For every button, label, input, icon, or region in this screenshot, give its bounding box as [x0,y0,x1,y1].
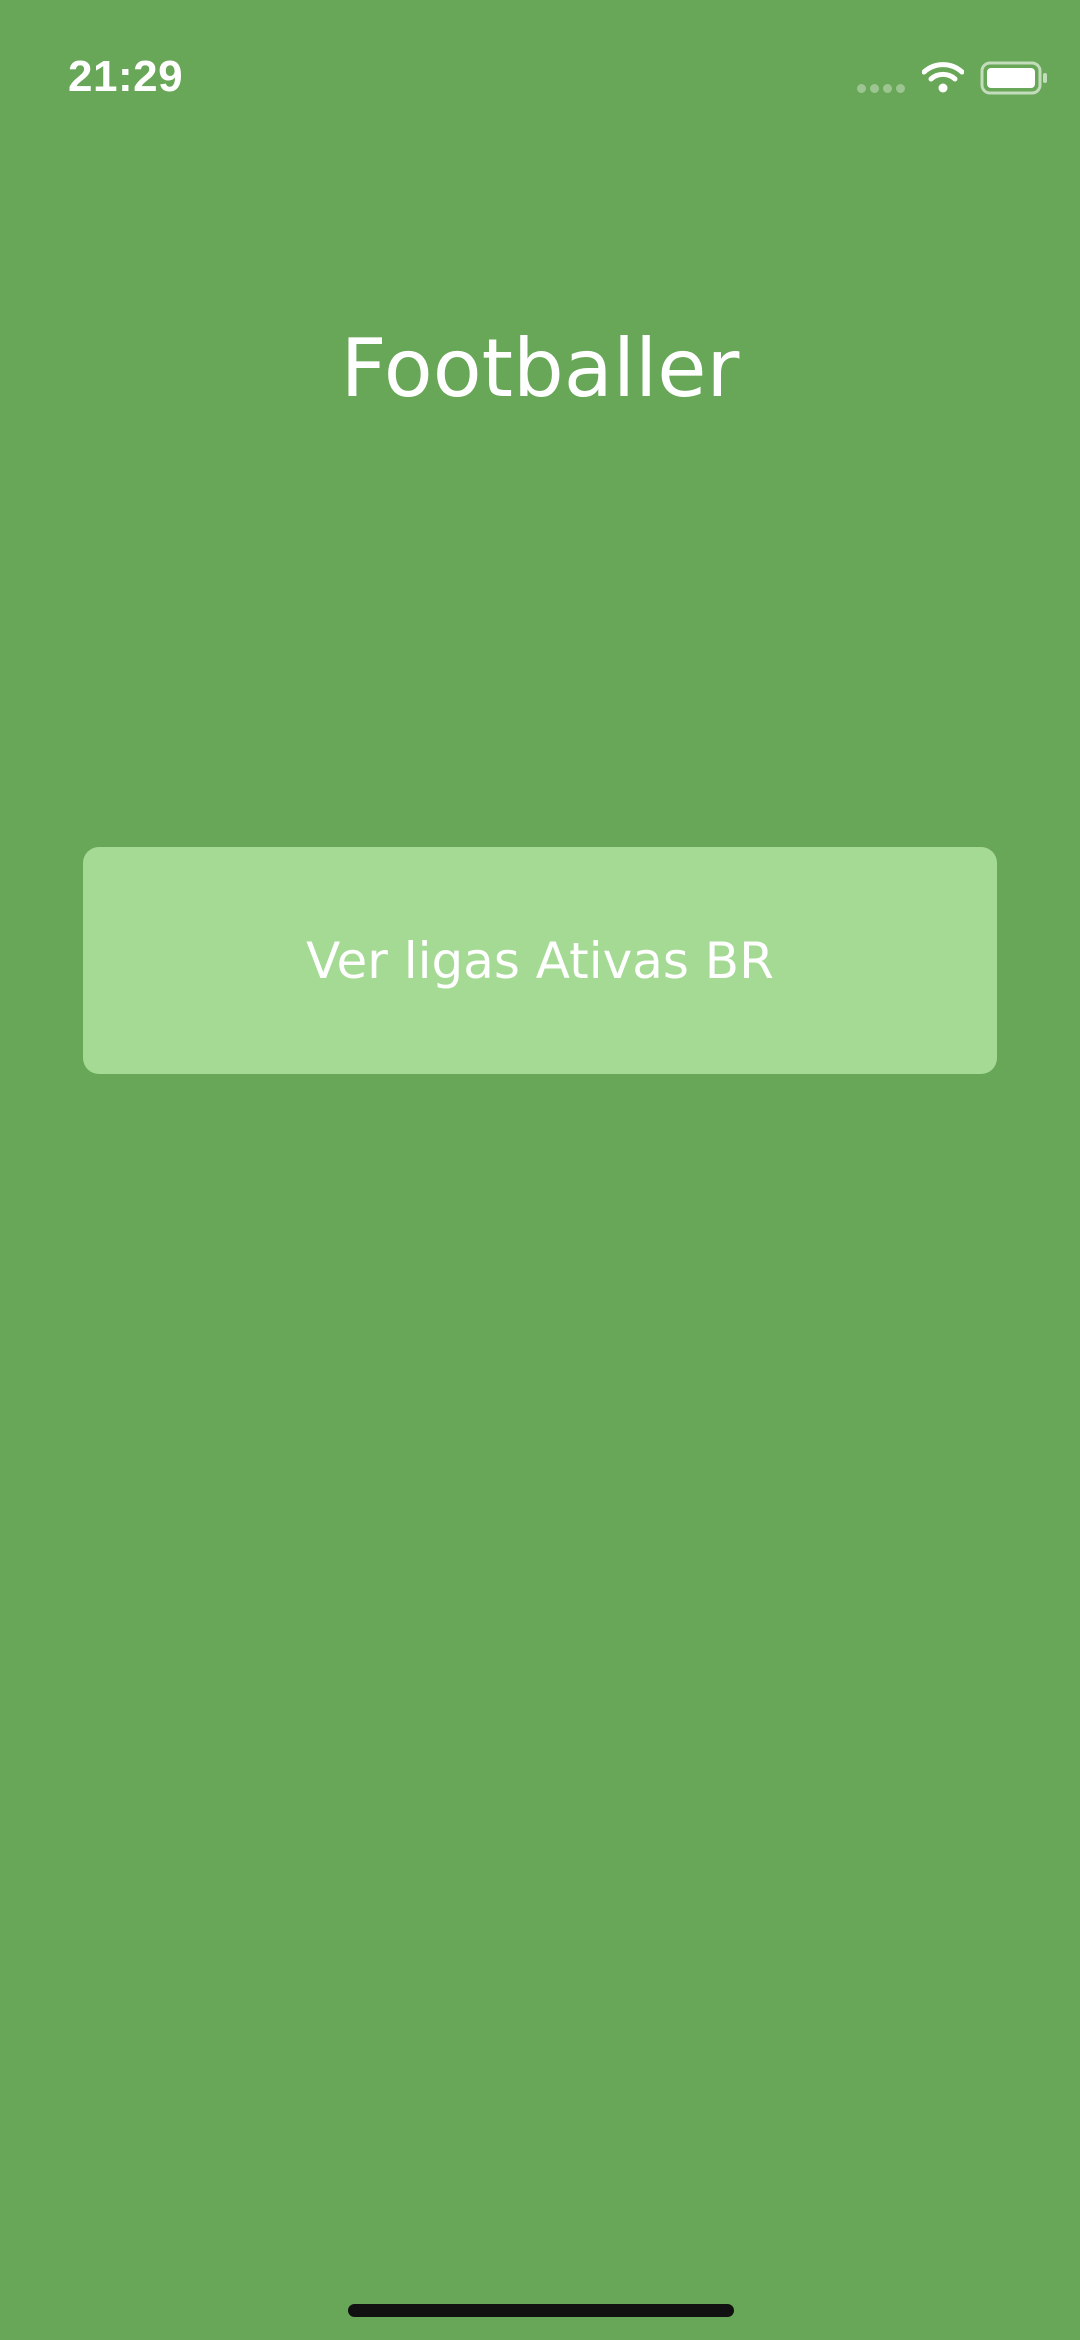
view-active-leagues-label: Ver ligas Ativas BR [306,931,774,990]
battery-icon [980,61,1047,95]
view-active-leagues-button[interactable]: Ver ligas Ativas BR [83,847,997,1074]
app-screen: 21:29 Footballer Ver ligas Ativas BR [0,0,1080,2340]
app-title: Footballer [340,321,740,415]
signal-dots-icon [857,84,905,93]
status-bar: 21:29 [0,0,1080,140]
status-time: 21:29 [68,52,184,101]
home-indicator [348,2304,734,2317]
wifi-icon [922,62,964,93]
